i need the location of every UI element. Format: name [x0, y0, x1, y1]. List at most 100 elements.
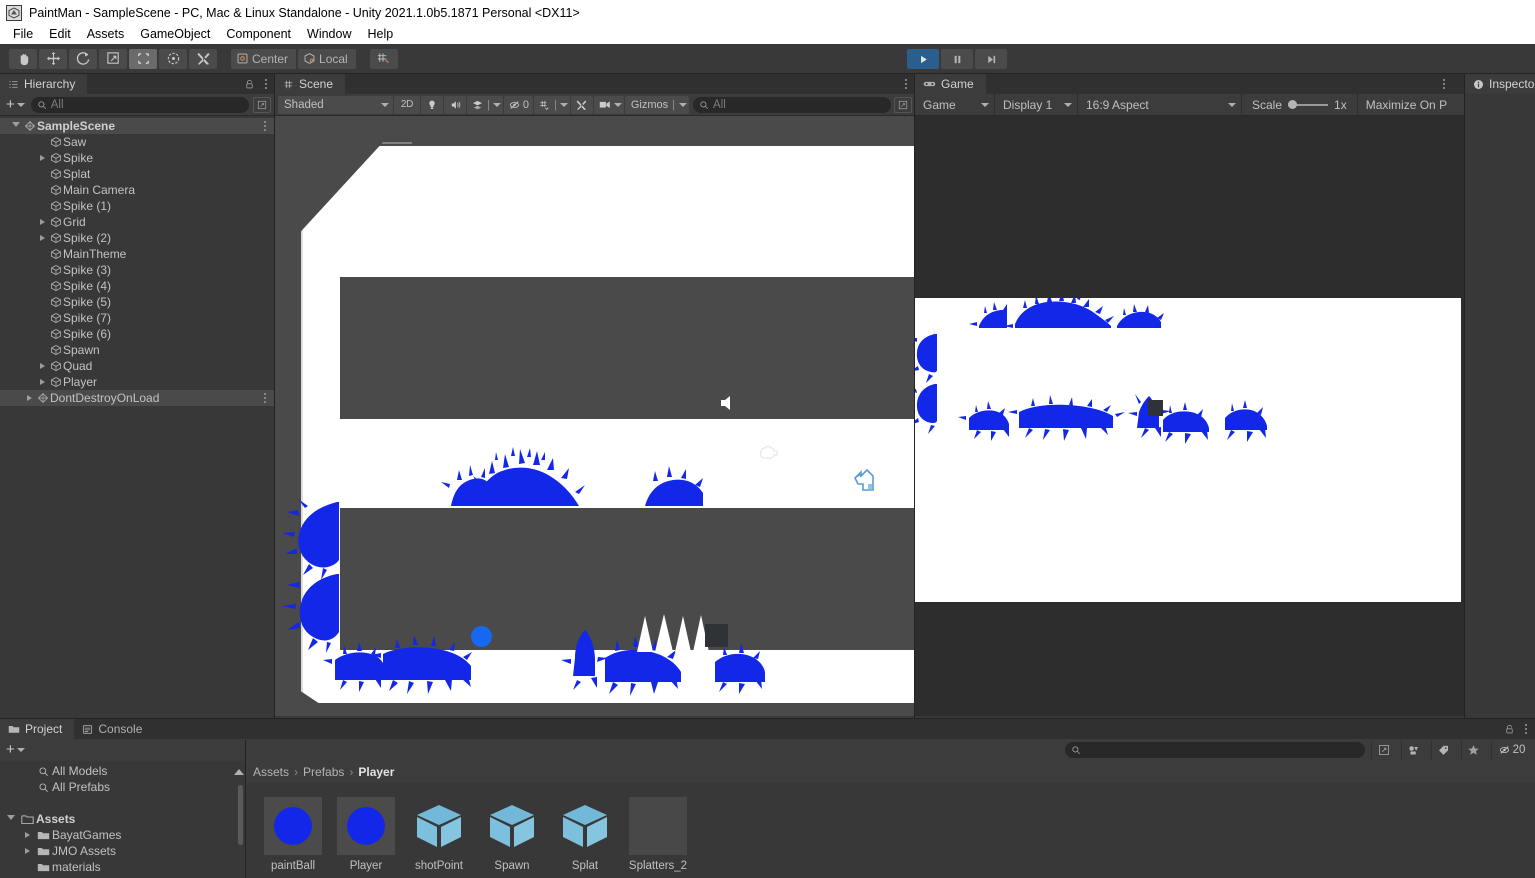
menu-edit[interactable]: Edit: [41, 25, 79, 44]
scene-search-input[interactable]: All: [692, 96, 891, 113]
hierarchy-item-spike-3[interactable]: Spike (3): [0, 262, 275, 278]
grid-snapping-button[interactable]: [369, 48, 398, 69]
asset-item-shotpoint[interactable]: shotPoint: [409, 797, 469, 872]
scene-grid-dropdown[interactable]: |: [533, 95, 570, 114]
chevron-down-icon[interactable]: [4, 815, 18, 823]
menu-file[interactable]: File: [5, 25, 41, 44]
game-scale-slider[interactable]: Scale 1x: [1242, 93, 1358, 116]
hand-tool-button[interactable]: [9, 48, 37, 69]
asset-item-paintball[interactable]: paintBall: [263, 797, 323, 872]
project-create-button[interactable]: +: [4, 742, 27, 757]
project-favorites-icon[interactable]: [1461, 740, 1485, 760]
move-tool-button[interactable]: [39, 48, 67, 69]
tab-game[interactable]: Game: [915, 74, 986, 94]
breadcrumb-item-player[interactable]: Player: [358, 765, 394, 779]
hierarchy-item-spike-4[interactable]: Spike (4): [0, 278, 275, 294]
rect-tool-button[interactable]: [129, 48, 157, 69]
hierarchy-expand-icon[interactable]: [253, 96, 271, 113]
hierarchy-item-main-camera[interactable]: Main Camera: [0, 182, 275, 198]
hierarchy-item-dontdestroyonload[interactable]: DontDestroyOnLoad: [0, 390, 275, 406]
chevron-right-icon[interactable]: [36, 363, 48, 369]
hierarchy-menu-icon[interactable]: [261, 79, 271, 89]
hierarchy-row-menu-icon[interactable]: [260, 121, 270, 131]
lock-icon[interactable]: [1504, 724, 1515, 735]
hierarchy-item-samplescene[interactable]: SampleScene: [0, 118, 275, 134]
asset-item-spawn[interactable]: Spawn: [482, 797, 542, 872]
chevron-right-icon[interactable]: [36, 235, 48, 241]
asset-item-player[interactable]: Player: [336, 797, 396, 872]
project-expand-icon[interactable]: [1371, 740, 1395, 760]
project-tree-scrollbar[interactable]: [238, 785, 243, 845]
pause-button[interactable]: [941, 49, 973, 69]
chevron-right-icon[interactable]: [36, 219, 48, 225]
project-tree-item-all-prefabs[interactable]: All Prefabs: [0, 779, 245, 795]
tab-hierarchy[interactable]: Hierarchy: [0, 74, 88, 94]
scale-slider-knob[interactable]: [1288, 100, 1298, 109]
custom-tools-button[interactable]: [189, 48, 217, 69]
project-tree-item-all-models[interactable]: All Models: [0, 763, 245, 779]
asset-item-splatters-2[interactable]: Splatters_2: [628, 797, 688, 872]
hierarchy-item-spike-7[interactable]: Spike (7): [0, 310, 275, 326]
scene-expand-icon[interactable]: [894, 96, 912, 113]
game-aspect-dropdown[interactable]: 16:9 Aspect: [1078, 93, 1242, 116]
hierarchy-item-spike[interactable]: Spike: [0, 150, 275, 166]
scene-audio-toggle[interactable]: [444, 95, 466, 114]
project-tree-item-materials[interactable]: materials: [0, 859, 245, 875]
project-search-input[interactable]: [1065, 742, 1365, 758]
hierarchy-create-button[interactable]: +: [4, 97, 27, 112]
hierarchy-item-player[interactable]: Player: [0, 374, 275, 390]
scene-menu-icon[interactable]: [901, 79, 911, 89]
play-button[interactable]: [907, 49, 939, 69]
gizmos-dropdown[interactable]: Gizmos |: [624, 95, 689, 114]
lock-icon[interactable]: [244, 79, 255, 90]
menu-gameobject[interactable]: GameObject: [132, 25, 218, 44]
tab-project[interactable]: Project: [0, 719, 75, 739]
project-label-filter-icon[interactable]: [1431, 740, 1455, 760]
shading-mode-dropdown[interactable]: Shaded: [278, 95, 393, 114]
scene-fx-dropdown[interactable]: |: [467, 95, 503, 114]
project-tree-scroll-up-icon[interactable]: [234, 769, 244, 775]
chevron-right-icon[interactable]: [20, 832, 34, 838]
tab-inspector[interactable]: Inspecto: [1465, 74, 1535, 94]
toggle-2d-button[interactable]: 2D: [394, 95, 420, 114]
game-viewport[interactable]: [915, 116, 1535, 716]
hierarchy-item-grid[interactable]: Grid: [0, 214, 275, 230]
chevron-down-icon[interactable]: [10, 122, 22, 130]
scale-tool-button[interactable]: [99, 48, 127, 69]
project-tree-grid-divider[interactable]: [245, 740, 246, 878]
hierarchy-item-spike-2[interactable]: Spike (2): [0, 230, 275, 246]
hierarchy-item-spike-1[interactable]: Spike (1): [0, 198, 275, 214]
hierarchy-item-quad[interactable]: Quad: [0, 358, 275, 374]
hierarchy-item-spike-6[interactable]: Spike (6): [0, 326, 275, 342]
hierarchy-item-spike-5[interactable]: Spike (5): [0, 294, 275, 310]
hierarchy-item-saw[interactable]: Saw: [0, 134, 275, 150]
scene-tools-button[interactable]: [570, 95, 593, 114]
tab-console[interactable]: Console: [74, 719, 155, 739]
project-type-filter-icon[interactable]: [1401, 740, 1425, 760]
project-tree-item-prefabs[interactable]: Prefabs: [0, 875, 245, 877]
pivot-rotation-button[interactable]: Local: [298, 48, 356, 69]
rotate-tool-button[interactable]: [69, 48, 97, 69]
menu-window[interactable]: Window: [299, 25, 359, 44]
project-tree-item-jmo-assets[interactable]: JMO Assets: [0, 843, 245, 859]
scene-lighting-toggle[interactable]: [421, 95, 443, 114]
scale-slider-track[interactable]: [1288, 99, 1329, 111]
hierarchy-row-menu-icon[interactable]: [260, 393, 270, 403]
tab-scene[interactable]: Scene: [275, 74, 346, 94]
scene-hidden-objects-button[interactable]: 0: [503, 95, 533, 114]
hierarchy-search-input[interactable]: All: [30, 96, 249, 113]
project-tree-item-assets[interactable]: Assets: [0, 811, 245, 827]
step-button[interactable]: [975, 49, 1007, 69]
menu-help[interactable]: Help: [359, 25, 401, 44]
breadcrumb-item-prefabs[interactable]: Prefabs: [303, 765, 344, 779]
hierarchy-item-maintheme[interactable]: MainTheme: [0, 246, 275, 262]
hierarchy-item-spawn[interactable]: Spawn: [0, 342, 275, 358]
chevron-right-icon[interactable]: [23, 395, 35, 401]
chevron-right-icon[interactable]: [36, 379, 48, 385]
chevron-right-icon[interactable]: [36, 155, 48, 161]
project-tree-item-bayatgames[interactable]: BayatGames: [0, 827, 245, 843]
asset-item-splat[interactable]: Splat: [555, 797, 615, 872]
scene-camera-dropdown[interactable]: [593, 95, 624, 114]
project-menu-icon[interactable]: [1521, 724, 1531, 734]
menu-component[interactable]: Component: [218, 25, 299, 44]
